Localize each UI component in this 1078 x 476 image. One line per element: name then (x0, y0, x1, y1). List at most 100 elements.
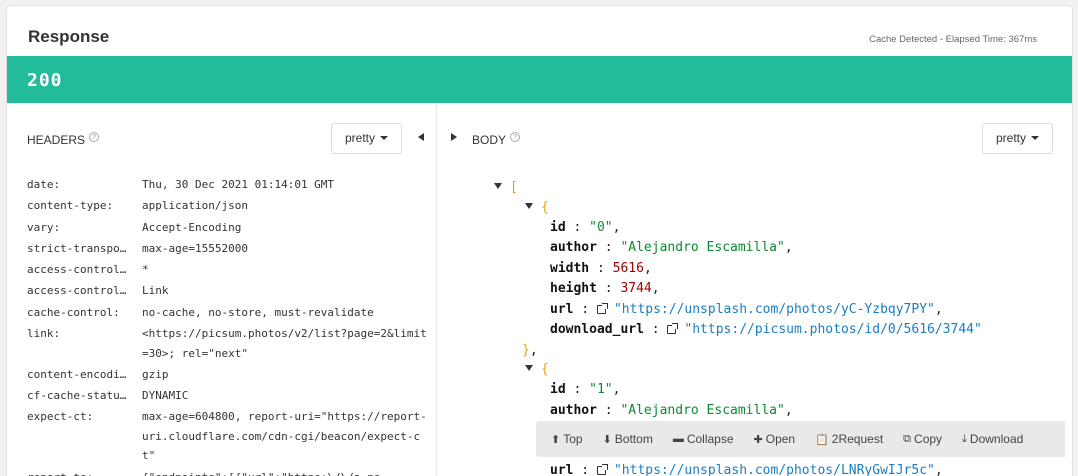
headers-label-text: HEADERS (27, 133, 86, 147)
header-row: cf-cache-statu… DYNAMIC (27, 386, 427, 406)
header-row: link: <https://picsum.photos/v2/list?page… (27, 324, 427, 363)
to-request-button[interactable]: 📋 2Request (815, 432, 883, 446)
body-label: BODY? (472, 132, 521, 147)
header-value: no-cache, no-store, must-revalidate (142, 305, 374, 319)
json-key: download_url (550, 322, 644, 337)
header-key: cache-control: (27, 305, 120, 319)
json-field-url: url : "https://unsplash.com/photos/LNRyG… (550, 463, 943, 476)
json-number: 5616 (612, 261, 644, 276)
clipboard-icon: 📋 (815, 433, 829, 446)
json-field-url: url : "https://unsplash.com/photos/yC-Yz… (550, 302, 943, 317)
collapse-label: Collapse (686, 432, 734, 446)
json-brace: { (541, 362, 549, 377)
header-row: expect-ct: max-age=604800, report-uri="ht… (27, 407, 427, 466)
response-panel: Response Cache Detected - Elapsed Time: … (7, 6, 1072, 476)
headers-pane: HEADERS? pretty date: Thu, 30 Dec 2021 01… (7, 103, 437, 476)
header-value: Thu, 30 Dec 2021 01:14:01 GMT (142, 178, 335, 191)
headers-format-label: pretty (345, 131, 376, 145)
open-label: Open (765, 432, 796, 446)
top-button[interactable]: ⬆ Top (551, 432, 583, 446)
header-row: content-type: application/json (27, 196, 427, 216)
header-row: date: Thu, 30 Dec 2021 01:14:01 GMT (27, 175, 427, 195)
download-icon: ⤓ (962, 432, 967, 445)
status-bar: 200 (7, 56, 1072, 103)
json-key: id (550, 382, 566, 397)
json-field-download-url: download_url : "https://picsum.photos/id… (550, 322, 982, 337)
json-object-line[interactable]: { (525, 198, 549, 218)
copy-button[interactable]: ⧉ Copy (903, 432, 942, 446)
external-link-icon[interactable] (596, 464, 608, 475)
body-format-label: pretty (996, 131, 1027, 145)
external-link-icon[interactable] (667, 323, 679, 334)
expand-triangle-icon[interactable] (525, 365, 533, 371)
json-field-author: author : "Alejandro Escamilla", (550, 240, 793, 255)
json-close-brace: }, (522, 343, 538, 358)
expand-triangle-icon[interactable] (525, 203, 533, 209)
header-value: application/json (142, 199, 248, 213)
header-value: max-age=15552000 (142, 241, 248, 255)
header-key: content-encodi… (27, 367, 127, 381)
json-key: width (550, 261, 590, 276)
headers-table: date: Thu, 30 Dec 2021 01:14:01 GMT conten… (27, 175, 427, 476)
header-key: expect-ct: (27, 410, 94, 424)
header-value: * (142, 263, 149, 277)
json-object-line[interactable]: { (525, 360, 549, 380)
header-row: cache-control: no-cache, no-store, must-r… (27, 303, 427, 323)
help-icon[interactable]: ? (510, 132, 521, 142)
headers-format-dropdown[interactable]: pretty (331, 123, 402, 154)
arrow-up-icon: ⬆ (551, 433, 561, 446)
json-field-author: author : "Alejandro Escamilla", (550, 403, 793, 418)
header-value: <https://picsum.photos/v2/list?page=2&li… (142, 327, 427, 360)
external-link-icon[interactable] (596, 303, 608, 314)
json-url-link[interactable]: "https://picsum.photos/id/0/5616/3744" (684, 322, 981, 337)
json-key: url (550, 302, 574, 317)
elapsed-time: Cache Detected - Elapsed Time: 367ms (869, 34, 1037, 45)
json-url-link[interactable]: "https://unsplash.com/photos/LNRyGwIJr5c… (614, 463, 935, 476)
open-button[interactable]: ✚ Open (754, 432, 796, 446)
json-string: "0" (589, 220, 613, 235)
json-url-link[interactable]: "https://unsplash.com/photos/yC-Yzbqy7PY… (614, 302, 935, 317)
caret-down-icon (380, 136, 389, 140)
header-row: access-control… * (27, 260, 427, 280)
header-row: vary: Accept-Encoding (27, 218, 427, 238)
response-title: Response (28, 27, 110, 46)
header-row: report-to:{"endpoints":[{"url":"https:\/… (27, 468, 427, 476)
json-key: height (550, 281, 597, 296)
header-key: cf-cache-statu… (27, 389, 127, 403)
response-header: Response Cache Detected - Elapsed Time: … (7, 6, 1072, 56)
json-toolbar: ⬆ Top ⬇ Bottom ▬ Collapse ✚ Open 📋 2Request ⧉… (536, 421, 1065, 457)
collapse-right-icon[interactable] (451, 133, 457, 141)
header-key: access-control… (27, 263, 127, 277)
json-string: "Alejandro Escamilla" (620, 403, 785, 418)
header-value: Link (142, 284, 169, 298)
header-key: report-to: (27, 468, 142, 476)
download-label: Download (969, 432, 1024, 446)
header-key: content-type: (27, 199, 114, 213)
download-button[interactable]: ⤓ Download (962, 432, 1023, 446)
arrow-down-icon: ⬇ (602, 433, 612, 446)
json-field-id: id : "1", (550, 382, 621, 397)
body-label-text: BODY (472, 133, 507, 147)
minus-square-icon: ▬ (672, 433, 684, 445)
json-string: "Alejandro Escamilla" (620, 240, 785, 255)
top-label: Top (563, 432, 583, 446)
header-key: strict-transpo… (27, 241, 127, 255)
header-key: date: (27, 178, 61, 191)
expand-triangle-icon[interactable] (494, 183, 502, 189)
header-key: access-control… (27, 284, 127, 298)
json-string: "1" (589, 382, 613, 397)
help-icon[interactable]: ? (89, 132, 100, 142)
collapse-left-icon[interactable] (418, 133, 424, 141)
collapse-button[interactable]: ▬ Collapse (673, 432, 734, 446)
to-request-label: 2Request (831, 432, 884, 446)
bottom-button[interactable]: ⬇ Bottom (603, 432, 653, 446)
plus-square-icon: ✚ (753, 433, 763, 446)
json-field-height: height : 3744, (550, 281, 660, 296)
body-format-dropdown[interactable]: pretty (982, 123, 1053, 154)
copy-label: Copy (914, 432, 943, 446)
json-root-line[interactable]: [ (494, 178, 518, 198)
json-key: author (550, 240, 597, 255)
json-brace: } (522, 343, 530, 358)
header-row: strict-transpo… max-age=15552000 (27, 239, 427, 259)
caret-down-icon (1031, 136, 1040, 140)
